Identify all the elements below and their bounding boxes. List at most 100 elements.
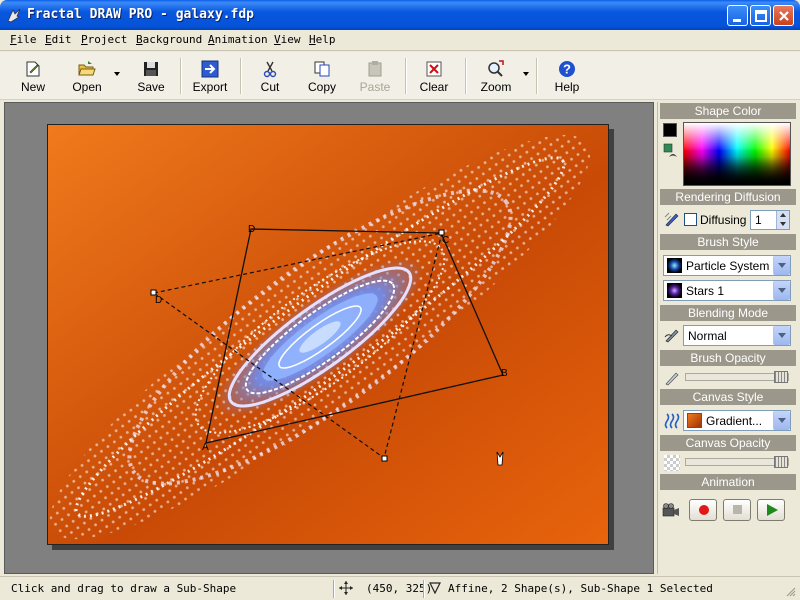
close-icon <box>779 11 789 21</box>
gradient-swatch-icon <box>687 413 702 428</box>
canvas-style-select[interactable]: Gradient... <box>683 410 791 431</box>
stop-button[interactable] <box>723 499 751 521</box>
status-separator <box>333 580 335 598</box>
properties-panel: Shape Color Rendering Diffusion Diffusin… <box>657 102 797 574</box>
menu-help[interactable]: Help <box>309 33 336 46</box>
new-button[interactable]: New <box>12 56 54 96</box>
minimize-button[interactable] <box>727 5 748 26</box>
copy-icon <box>314 61 330 77</box>
paste-button[interactable]: Paste <box>354 56 396 96</box>
menu-edit[interactable]: Edit <box>45 33 72 46</box>
scissors-icon <box>263 61 277 78</box>
opacity-brush-icon <box>665 372 679 386</box>
rendering-diffusion-header: Rendering Diffusion <box>660 189 796 205</box>
blending-mode-select[interactable]: Normal <box>683 325 791 346</box>
zoom-button[interactable]: Zoom <box>476 56 516 96</box>
play-button[interactable] <box>757 499 785 521</box>
animation-header: Animation <box>660 474 796 490</box>
menu-view[interactable]: View <box>274 33 301 46</box>
current-color-swatch[interactable] <box>663 123 677 137</box>
open-dropdown-arrow-icon[interactable] <box>114 72 120 76</box>
minimize-icon <box>733 19 741 22</box>
canvas-wave-icon <box>664 413 680 429</box>
record-button[interactable] <box>689 499 717 521</box>
status-hint: Click and drag to draw a Sub-Shape <box>11 582 237 595</box>
open-button[interactable]: Open <box>66 56 108 96</box>
brush-opacity-slider[interactable] <box>685 371 789 383</box>
cut-button[interactable]: Cut <box>251 56 289 96</box>
toolbar-separator <box>465 58 467 94</box>
maximize-icon <box>755 10 767 22</box>
brush-style-header: Brush Style <box>660 234 796 250</box>
copy-button[interactable]: Copy <box>302 56 342 96</box>
play-icon <box>767 504 778 516</box>
clear-icon <box>426 61 442 77</box>
title-bar: Fractal DRAW PRO - galaxy.fdp <box>0 0 800 30</box>
canvas-opacity-slider[interactable] <box>685 456 789 468</box>
brush-opacity-slider-thumb[interactable] <box>774 371 788 383</box>
spin-up-icon[interactable] <box>776 211 789 220</box>
open-folder-icon <box>78 61 96 76</box>
toolbar-separator <box>405 58 407 94</box>
save-disk-icon <box>144 62 158 76</box>
transparency-checker-icon <box>664 455 680 471</box>
canvas-style-header: Canvas Style <box>660 389 796 405</box>
menu-file[interactable]: File <box>10 33 37 46</box>
close-button[interactable] <box>773 5 794 26</box>
help-button[interactable]: ? Help <box>548 56 586 96</box>
export-button[interactable]: Export <box>190 56 230 96</box>
brush-style-select[interactable]: Particle System <box>663 255 791 276</box>
triangle-shape-icon <box>429 582 441 594</box>
chevron-down-icon[interactable] <box>773 326 790 345</box>
drawing-canvas[interactable]: D C B A D <box>47 124 609 545</box>
new-document-icon <box>26 61 40 77</box>
crosshair-icon <box>339 581 353 595</box>
movie-camera-icon <box>662 503 679 517</box>
canvas-opacity-slider-thumb[interactable] <box>774 456 788 468</box>
menu-animation[interactable]: Animation <box>208 33 268 46</box>
brush-opacity-header: Brush Opacity <box>660 350 796 366</box>
menu-background[interactable]: Background <box>136 33 202 46</box>
vertex-label-b: B <box>501 368 508 379</box>
toolbar-separator <box>180 58 182 94</box>
status-separator <box>423 580 425 598</box>
status-shape-info: Affine, 2 Shape(s), Sub-Shape 1 Selected <box>448 582 713 595</box>
zoom-dropdown-arrow-icon[interactable] <box>523 72 529 76</box>
menu-project[interactable]: Project <box>81 33 127 46</box>
toolbar: New Open Save Export Cut Copy Paste Clea… <box>0 52 800 100</box>
vertex-label-a: A <box>202 442 209 453</box>
resize-grip-icon[interactable] <box>784 585 796 597</box>
save-button[interactable]: Save <box>131 56 171 96</box>
stop-icon <box>733 505 742 514</box>
toolbar-separator <box>536 58 538 94</box>
stars-brush-icon <box>667 283 682 298</box>
diffusing-label: Diffusing <box>700 213 747 227</box>
color-picker-spectrum[interactable] <box>683 122 791 186</box>
record-icon <box>699 505 709 515</box>
maximize-button[interactable] <box>750 5 771 26</box>
eyedropper-icon[interactable] <box>663 143 679 159</box>
spin-down-icon[interactable] <box>776 220 789 229</box>
clear-button[interactable]: Clear <box>414 56 454 96</box>
svg-text:?: ? <box>563 62 571 77</box>
chevron-down-icon[interactable] <box>773 256 790 275</box>
status-bar: Click and drag to draw a Sub-Shape (450,… <box>0 576 800 600</box>
zoom-magnifier-icon <box>488 60 504 77</box>
brush-preset-select[interactable]: Stars 1 <box>663 280 791 301</box>
vertex-label-d: D <box>248 224 256 235</box>
chevron-down-icon[interactable] <box>773 281 790 300</box>
diffusing-checkbox[interactable] <box>684 213 697 226</box>
toolbar-separator <box>240 58 242 94</box>
blending-brush-icon <box>664 329 679 343</box>
chevron-down-icon[interactable] <box>773 411 790 430</box>
app-icon <box>7 8 21 23</box>
shape-color-header: Shape Color <box>660 103 796 119</box>
export-icon <box>201 60 219 78</box>
window-title: Fractal DRAW PRO - galaxy.fdp <box>27 7 254 22</box>
diffusion-brush-icon <box>664 212 679 227</box>
particle-system-icon <box>667 258 682 273</box>
menu-bar: File Edit Project Background Animation V… <box>0 30 800 51</box>
blending-mode-header: Blending Mode <box>660 305 796 321</box>
diffusion-spinner[interactable]: 1 <box>750 210 790 230</box>
help-question-icon: ? <box>559 61 575 77</box>
